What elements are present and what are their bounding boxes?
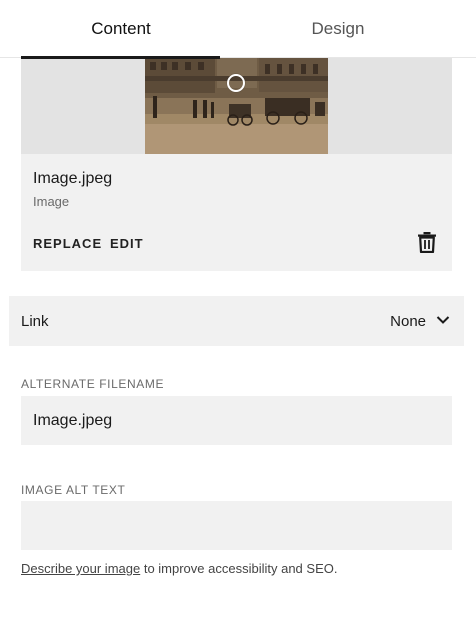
- image-card: Image.jpeg Image REPLACE EDIT: [21, 58, 452, 271]
- link-selector[interactable]: Link None: [9, 296, 464, 346]
- tab-content[interactable]: Content: [21, 0, 221, 58]
- link-label: Link: [21, 313, 49, 330]
- chevron-down-icon: [436, 316, 450, 324]
- active-tab-indicator: [21, 56, 220, 59]
- image-alt-text-label: IMAGE ALT TEXT: [21, 483, 126, 497]
- alt-text-help-text: to improve accessibility and SEO.: [140, 561, 338, 576]
- alt-text-help: Describe your image to improve accessibi…: [21, 561, 337, 576]
- link-value: None: [390, 313, 426, 330]
- focal-point-handle[interactable]: [227, 74, 245, 92]
- tab-bar: Content Design: [0, 0, 476, 59]
- image-filename: Image.jpeg: [33, 170, 113, 187]
- replace-button[interactable]: REPLACE: [33, 236, 102, 251]
- alternate-filename-label: ALTERNATE FILENAME: [21, 377, 165, 391]
- image-thumbnail: [145, 58, 328, 154]
- image-type: Image: [33, 194, 70, 209]
- describe-image-link[interactable]: Describe your image: [21, 561, 140, 576]
- trash-icon[interactable]: [417, 231, 437, 253]
- tab-design[interactable]: Design: [238, 0, 438, 58]
- image-alt-text-input[interactable]: [21, 501, 452, 550]
- edit-button[interactable]: EDIT: [110, 236, 144, 251]
- alternate-filename-input[interactable]: [21, 396, 452, 445]
- image-preview-area: [21, 58, 452, 154]
